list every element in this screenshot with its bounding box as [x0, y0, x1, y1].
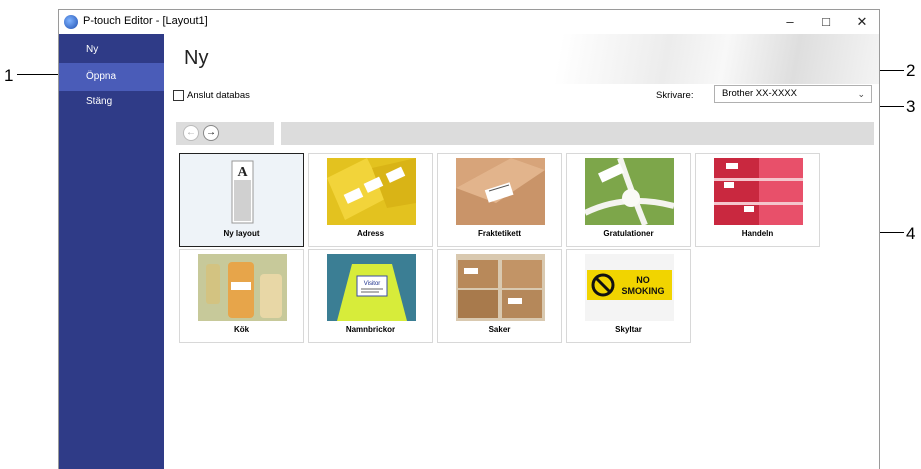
sidebar-item-new[interactable]: Ny [59, 36, 164, 64]
template-label: Namnbrickor [345, 325, 396, 334]
jars-image [198, 254, 287, 321]
kitchen-thumbnail [198, 254, 287, 321]
back-arrow-icon[interactable]: ← [183, 125, 199, 141]
path-bar [281, 122, 874, 145]
retail-thumbnail [714, 158, 803, 225]
name-badges-thumbnail: Visitor [327, 254, 416, 321]
main-panel: Ny Anslut databas Skrivare: Brother XX-X… [164, 34, 879, 469]
callout-1: 1 [4, 66, 14, 85]
printer-label: Skrivare: [656, 90, 694, 101]
checkbox-box[interactable] [173, 90, 184, 101]
svg-text:A: A [237, 165, 248, 180]
things-thumbnail [456, 254, 545, 321]
template-things[interactable]: Saker [437, 249, 562, 343]
template-label: Adress [356, 229, 385, 238]
sidebar: Ny Öppna Stäng [59, 34, 164, 469]
connect-database-checkbox[interactable]: Anslut databas [173, 90, 250, 101]
template-label: Skyltar [615, 325, 642, 334]
printer-value: Brother XX-XXXX [722, 88, 797, 99]
template-signs[interactable]: NO SMOKING Skyltar [566, 249, 691, 343]
template-kitchen[interactable]: Kök [179, 249, 304, 343]
envelopes-image [327, 158, 416, 220]
template-label: Kök [233, 325, 250, 334]
greetings-thumbnail [585, 158, 674, 225]
svg-text:Visitor: Visitor [364, 281, 381, 287]
header-banner [164, 34, 879, 84]
template-label: Saker [488, 325, 511, 334]
template-label: Fraktetikett [477, 229, 522, 238]
new-layout-thumbnail: A [198, 158, 287, 225]
forward-arrow-icon[interactable]: → [203, 125, 219, 141]
maximize-button[interactable]: □ [811, 12, 841, 32]
template-name-badges[interactable]: Visitor Namnbrickor [308, 249, 433, 343]
chevron-down-icon: ⌄ [857, 89, 865, 99]
gift-image [585, 158, 674, 225]
boxes-image [456, 254, 545, 321]
sidebar-item-close[interactable]: Stäng [59, 88, 164, 116]
minimize-button[interactable]: – [775, 12, 805, 32]
shelf-image [714, 158, 803, 225]
template-label: Handeln [741, 229, 774, 238]
close-button[interactable]: ✕ [847, 12, 877, 32]
svg-text:SMOKING: SMOKING [621, 286, 664, 296]
template-new-layout[interactable]: A Ny layout [179, 153, 304, 247]
sidebar-item-open[interactable]: Öppna [59, 63, 164, 91]
template-greetings[interactable]: Gratulationer [566, 153, 691, 247]
navigation-bar: ← → [176, 122, 274, 145]
printer-select[interactable]: Brother XX-XXXX ⌄ [714, 85, 872, 103]
window-title: P-touch Editor - [Layout1] [83, 15, 208, 27]
callout-4: 4 [906, 224, 916, 243]
template-shipping-label[interactable]: Fraktetikett [437, 153, 562, 247]
template-label: Ny layout [223, 229, 260, 238]
blank-label-icon: A [231, 160, 254, 224]
app-window: P-touch Editor - [Layout1] – □ ✕ Ny Öppn… [58, 9, 880, 469]
parcel-image [456, 158, 545, 225]
page-title: Ny [184, 47, 209, 69]
connect-database-label: Anslut databas [187, 90, 250, 101]
template-label: Gratulationer [603, 229, 654, 238]
template-retail[interactable]: Handeln [695, 153, 820, 247]
screenshot-stage: 1 2 3 4 P-touch Editor - [Layout1] – □ ✕… [0, 0, 921, 469]
callout-3: 3 [906, 97, 916, 116]
app-logo-icon [64, 15, 78, 29]
badge-image: Visitor [327, 254, 416, 321]
svg-text:NO: NO [636, 275, 650, 285]
signs-thumbnail: NO SMOKING [585, 254, 674, 321]
address-thumbnail [327, 158, 416, 225]
callout-2: 2 [906, 61, 916, 80]
no-smoking-sign-image: NO SMOKING [587, 270, 672, 300]
shipping-thumbnail [456, 158, 545, 225]
template-address[interactable]: Adress [308, 153, 433, 247]
title-bar[interactable]: P-touch Editor - [Layout1] – □ ✕ [59, 10, 879, 34]
